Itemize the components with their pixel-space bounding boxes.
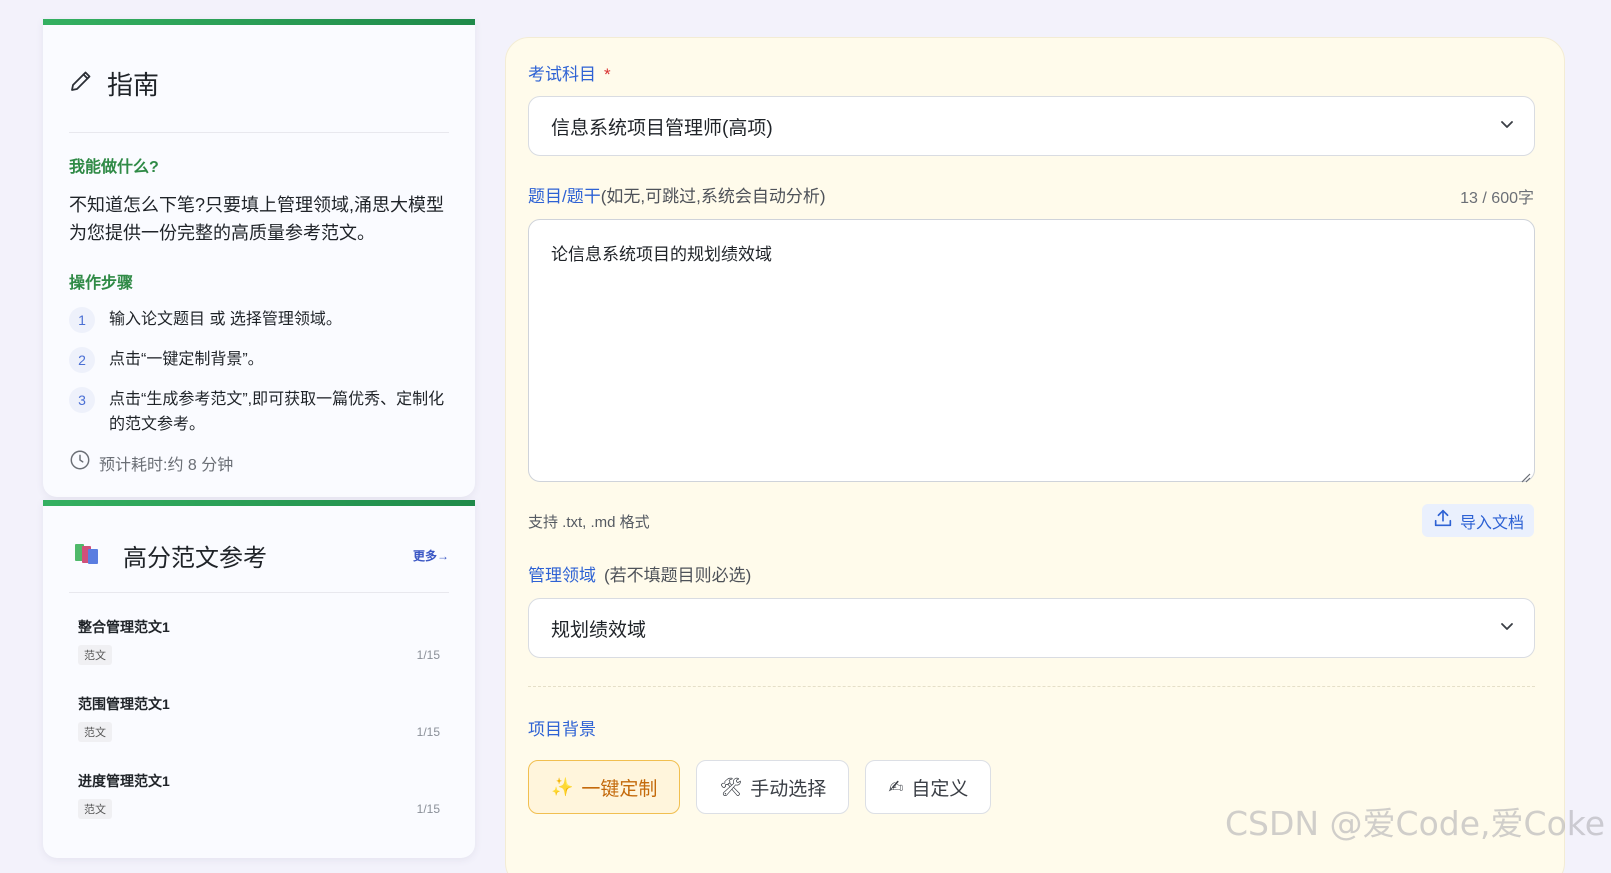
domain-label-text: 管理领域 [528, 566, 596, 585]
section-divider [528, 686, 1535, 687]
reference-item-count: 1/15 [416, 725, 440, 739]
reference-card: 高分范文参考 更多→ 整合管理范文1 范文 1/15 范围管理范文1 范文 1/… [43, 500, 475, 858]
guide-description: 不知道怎么下笔?只要填上管理领域,涌思大模型为您提供一份完整的高质量参考范文。 [69, 195, 445, 243]
subject-select-value: 信息系统项目管理师(高项) [551, 117, 773, 139]
domain-label: 管理领域 (若不填题目则必选) [528, 561, 751, 586]
step-number: 2 [69, 347, 95, 373]
one-click-custom-label: 一键定制 [581, 778, 658, 800]
reference-header: 高分范文参考 更多→ [43, 506, 475, 580]
background-button-group: ✨ 一键定制 🛠 手动选择 ✍ 自定义 [528, 760, 992, 814]
domain-select-value: 规划绩效域 [551, 619, 647, 641]
reference-item-meta: 范文 1/15 [78, 645, 440, 665]
step-text: 点击“一键定制背景”。 [109, 351, 264, 368]
estimate-row: 预计耗时:约 8 分钟 [43, 449, 475, 476]
background-label: 项目背景 [528, 720, 596, 739]
reference-item-name: 进度管理范文1 [78, 773, 170, 789]
manual-select-button[interactable]: 🛠 手动选择 [696, 760, 850, 814]
books-icon [73, 540, 101, 571]
reference-item-count: 1/15 [416, 802, 440, 816]
reference-title: 高分范文参考 [123, 544, 267, 572]
topic-label: 题目/题干(如无,可跳过,系统会自动分析) [528, 182, 826, 207]
can-do-label: 我能做什么? [69, 159, 159, 176]
pencil-icon [69, 69, 93, 98]
guide-divider [69, 132, 449, 133]
reference-item[interactable]: 进度管理范文1 范文 1/15 [43, 747, 475, 824]
step-text: 点击“生成参考范文”,即可获取一篇优秀、定制化的范文参考。 [109, 391, 445, 433]
topic-textarea[interactable]: 论信息系统项目的规划绩效域 [528, 219, 1535, 483]
step-item: 2 点击“一键定制背景”。 [43, 347, 475, 373]
import-document-button[interactable]: 导入文档 [1421, 504, 1534, 537]
one-click-custom-button[interactable]: ✨ 一键定制 [528, 760, 681, 814]
step-item: 1 输入论文题目 或 选择管理领域。 [43, 307, 475, 333]
steps-label: 操作步骤 [69, 275, 134, 292]
reference-item-tag: 范文 [78, 722, 112, 742]
tools-icon: 🛠 [719, 776, 743, 797]
estimate-text: 预计耗时:约 8 分钟 [99, 456, 234, 474]
manual-select-label: 手动选择 [750, 778, 827, 800]
topic-label-text: 题目/题干 [528, 187, 601, 206]
step-number: 1 [69, 307, 95, 333]
reference-item-count: 1/15 [416, 648, 440, 662]
domain-hint: (若不填题目则必选) [604, 566, 752, 585]
clock-icon [69, 449, 91, 476]
topic-char-counter: 13 / 600字 [1460, 190, 1534, 207]
guide-card: 指南 我能做什么? 不知道怎么下笔?只要填上管理领域,涌思大模型为您提供一份完整… [43, 19, 475, 497]
sparkles-icon: ✨ [551, 776, 574, 797]
reference-item-name: 范围管理范文1 [78, 696, 170, 712]
watermark: CSDN @爱Code,爱Coke [1224, 804, 1605, 843]
reference-item-name: 整合管理范文1 [78, 619, 170, 635]
custom-define-label: 自定义 [911, 778, 969, 800]
import-document-label: 导入文档 [1459, 514, 1524, 532]
upload-icon [1432, 507, 1454, 534]
reference-item[interactable]: 整合管理范文1 范文 1/15 [43, 593, 475, 670]
domain-select[interactable]: 规划绩效域 [528, 598, 1535, 658]
custom-define-button[interactable]: ✍ 自定义 [865, 760, 992, 814]
topic-textarea-value: 论信息系统项目的规划绩效域 [551, 245, 772, 264]
reference-item-meta: 范文 1/15 [78, 722, 440, 742]
support-format-text: 支持 .txt, .md 格式 [528, 514, 650, 531]
step-item: 3 点击“生成参考范文”,即可获取一篇优秀、定制化的范文参考。 [43, 387, 475, 437]
guide-header: 指南 [43, 25, 475, 112]
form-panel: 考试科目 * 信息系统项目管理师(高项) 题目/题干(如无,可跳过,系统会自动分析… [505, 37, 1565, 873]
resize-handle-icon[interactable] [1521, 468, 1531, 483]
subject-label: 考试科目 * [528, 60, 611, 85]
reference-item-tag: 范文 [78, 799, 112, 819]
topic-hint: (如无,可跳过,系统会自动分析) [600, 187, 826, 206]
subject-select[interactable]: 信息系统项目管理师(高项) [528, 96, 1535, 156]
step-number: 3 [69, 387, 95, 413]
required-mark: * [604, 65, 611, 84]
subject-label-text: 考试科目 [528, 65, 596, 84]
chevron-down-icon [1500, 617, 1514, 639]
step-text: 输入论文题目 或 选择管理领域。 [109, 311, 342, 328]
reference-item[interactable]: 范围管理范文1 范文 1/15 [43, 670, 475, 747]
more-link[interactable]: 更多→ [413, 547, 449, 564]
reference-item-tag: 范文 [78, 645, 112, 665]
reference-item-meta: 范文 1/15 [78, 799, 440, 819]
chevron-down-icon [1500, 115, 1514, 137]
writing-hand-icon: ✍ [888, 776, 904, 797]
guide-title: 指南 [107, 70, 160, 100]
